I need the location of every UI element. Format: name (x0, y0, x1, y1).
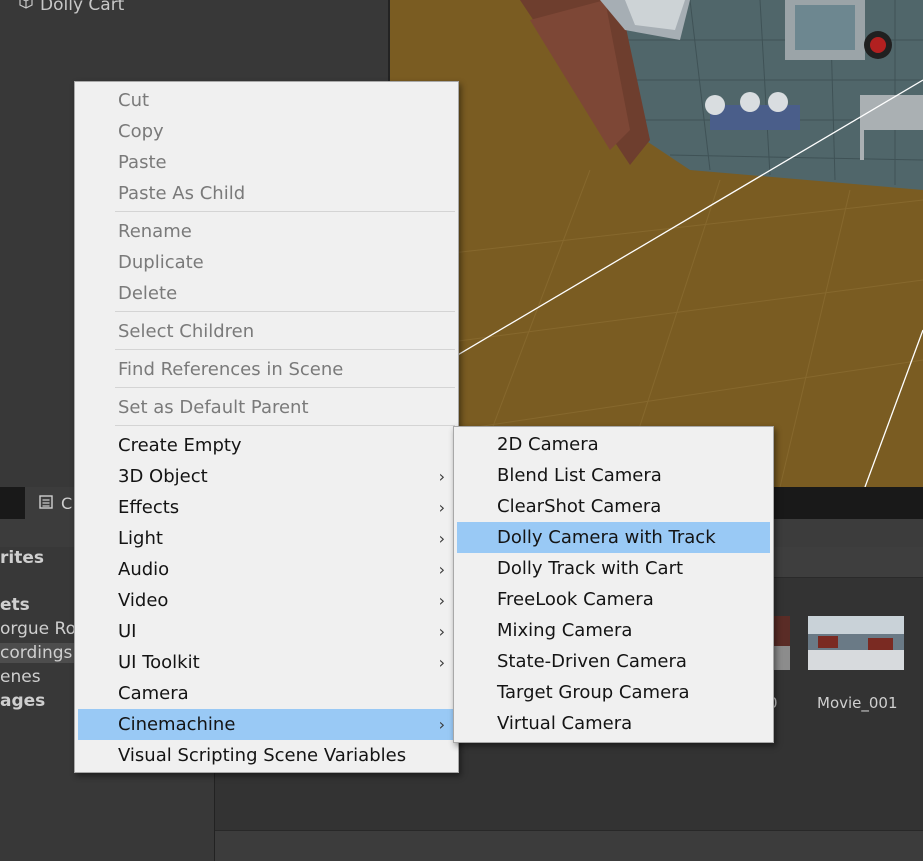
menu-item-label: UI Toolkit (118, 652, 200, 673)
chevron-right-icon: › (438, 467, 445, 486)
chevron-right-icon: › (438, 653, 445, 672)
menu-separator (115, 349, 455, 350)
scene-render (390, 0, 923, 487)
menu-item-effects[interactable]: Effects › (78, 492, 455, 523)
menu-item-audio[interactable]: Audio › (78, 554, 455, 585)
chevron-right-icon: › (438, 560, 445, 579)
tree-packages[interactable]: ages (0, 691, 45, 711)
submenu-item-target-group-camera[interactable]: Target Group Camera (457, 677, 770, 708)
menu-item-copy[interactable]: Copy (78, 116, 455, 147)
menu-item-ui[interactable]: UI › (78, 616, 455, 647)
gameobject-cube-icon (18, 0, 34, 15)
tab-label: C (61, 493, 73, 513)
menu-item-label: Cinemachine (118, 714, 236, 735)
scene-view[interactable] (390, 0, 923, 487)
submenu-item-clearshot-camera[interactable]: ClearShot Camera (457, 491, 770, 522)
submenu-item-state-driven-camera[interactable]: State-Driven Camera (457, 646, 770, 677)
menu-item-cinemachine[interactable]: Cinemachine › (78, 709, 455, 740)
menu-item-label: Effects (118, 497, 180, 518)
menu-item-light[interactable]: Light › (78, 523, 455, 554)
menu-item-paste[interactable]: Paste (78, 147, 455, 178)
submenu-item-label: Target Group Camera (497, 682, 690, 703)
submenu-item-label: FreeLook Camera (497, 589, 654, 610)
menu-item-set-as-default-parent[interactable]: Set as Default Parent (78, 392, 455, 423)
submenu-item-label: Blend List Camera (497, 465, 662, 486)
context-menu: Cut Copy Paste Paste As Child Rename Duplicat… (74, 81, 459, 773)
menu-item-select-children[interactable]: Select Children (78, 316, 455, 347)
menu-separator (115, 211, 455, 212)
tree-folder-recordings[interactable]: cordings (0, 643, 80, 663)
menu-item-label: Light (118, 528, 163, 549)
menu-item-label: Audio (118, 559, 170, 580)
submenu-item-dolly-track-with-cart[interactable]: Dolly Track with Cart (457, 553, 770, 584)
menu-item-label: Set as Default Parent (118, 397, 309, 418)
menu-item-label: Cut (118, 90, 150, 111)
menu-item-label: UI (118, 621, 137, 642)
menu-item-video[interactable]: Video › (78, 585, 455, 616)
menu-item-visual-scripting-scene-variables[interactable]: Visual Scripting Scene Variables (78, 740, 455, 771)
menu-item-duplicate[interactable]: Duplicate (78, 247, 455, 278)
menu-separator (115, 425, 455, 426)
menu-item-label: Rename (118, 221, 192, 242)
project-status-bar (215, 830, 923, 861)
submenu-item-virtual-camera[interactable]: Virtual Camera (457, 708, 770, 739)
tree-folder-scenes[interactable]: enes (0, 667, 41, 687)
asset-thumbnail-movie[interactable] (808, 616, 904, 670)
chevron-right-icon: › (438, 498, 445, 517)
hierarchy-item-dolly-cart[interactable]: Dolly Cart (18, 0, 124, 15)
menu-item-label: Select Children (118, 321, 255, 342)
submenu-item-label: Dolly Camera with Track (497, 527, 716, 548)
console-icon (39, 494, 53, 513)
menu-item-delete[interactable]: Delete (78, 278, 455, 309)
menu-item-label: Paste (118, 152, 167, 173)
tree-favorites[interactable]: rites (0, 548, 44, 568)
submenu-item-label: ClearShot Camera (497, 496, 662, 517)
menu-item-3d-object[interactable]: 3D Object › (78, 461, 455, 492)
menu-separator (115, 311, 455, 312)
submenu-item-2d-camera[interactable]: 2D Camera (457, 429, 770, 460)
menu-item-label: 3D Object (118, 466, 208, 487)
submenu-item-blend-list-camera[interactable]: Blend List Camera (457, 460, 770, 491)
menu-item-create-empty[interactable]: Create Empty (78, 430, 455, 461)
submenu-item-freelook-camera[interactable]: FreeLook Camera (457, 584, 770, 615)
menu-item-label: Copy (118, 121, 164, 142)
submenu-item-mixing-camera[interactable]: Mixing Camera (457, 615, 770, 646)
submenu-item-label: Dolly Track with Cart (497, 558, 684, 579)
submenu-item-label: Virtual Camera (497, 713, 633, 734)
menu-separator (115, 387, 455, 388)
menu-item-camera[interactable]: Camera (78, 678, 455, 709)
hierarchy-item-label: Dolly Cart (40, 0, 125, 15)
menu-item-find-references-in-scene[interactable]: Find References in Scene (78, 354, 455, 385)
menu-item-label: Delete (118, 283, 178, 304)
menu-item-paste-as-child[interactable]: Paste As Child (78, 178, 455, 209)
menu-item-label: Find References in Scene (118, 359, 344, 380)
menu-item-label: Paste As Child (118, 183, 246, 204)
submenu-item-label: State-Driven Camera (497, 651, 687, 672)
submenu-item-label: Mixing Camera (497, 620, 633, 641)
chevron-right-icon: › (438, 715, 445, 734)
menu-item-label: Video (118, 590, 169, 611)
menu-item-label: Camera (118, 683, 189, 704)
menu-item-rename[interactable]: Rename (78, 216, 455, 247)
chevron-right-icon: › (438, 622, 445, 641)
submenu-item-dolly-camera-with-track[interactable]: Dolly Camera with Track (457, 522, 770, 553)
menu-item-label: Visual Scripting Scene Variables (118, 745, 407, 766)
menu-item-label: Duplicate (118, 252, 204, 273)
menu-item-cut[interactable]: Cut (78, 85, 455, 116)
submenu-item-label: 2D Camera (497, 434, 599, 455)
chevron-right-icon: › (438, 529, 445, 548)
menu-item-ui-toolkit[interactable]: UI Toolkit › (78, 647, 455, 678)
cinemachine-submenu: 2D Camera Blend List Camera ClearShot Came… (453, 426, 774, 743)
tree-assets[interactable]: ets (0, 595, 30, 615)
chevron-right-icon: › (438, 591, 445, 610)
asset-label-movie: Movie_001 (817, 694, 898, 712)
menu-item-label: Create Empty (118, 435, 242, 456)
